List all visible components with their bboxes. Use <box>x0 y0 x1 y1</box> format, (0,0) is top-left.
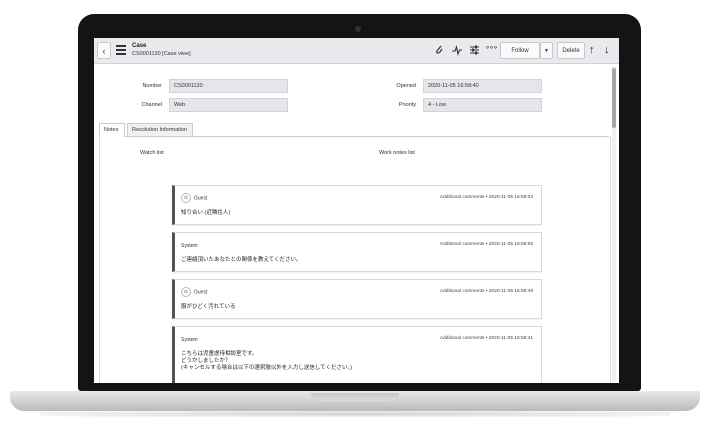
tab-notes[interactable]: Notes <box>99 123 125 137</box>
webcam <box>355 26 361 32</box>
activity-entry: G Guest Additional comments • 2020-11-05 … <box>172 279 542 319</box>
activity-entry: System Additional comments • 2020-11-05 … <box>172 232 542 272</box>
entry-text-line: ご連絡頂いたあなたとの関係を教えてください。 <box>181 257 302 263</box>
author-name: System <box>181 337 198 343</box>
entry-text-line: どうかしましたか？ <box>181 358 231 364</box>
opened-label: Opened <box>396 83 416 89</box>
back-button[interactable]: ‹ <box>97 42 111 59</box>
entry-type: Additional comments <box>439 242 485 247</box>
entry-time: 2020-11-05 16:58:49 <box>488 289 533 294</box>
entry-text-line: (キャンセルする場合は以下の選択肢以外を入力し送信してください。) <box>181 365 353 371</box>
activity-pulse-icon[interactable] <box>451 44 463 56</box>
entry-author: System <box>181 337 198 343</box>
entry-text-line: 服がひどく汚れている <box>181 304 236 310</box>
paperclip-icon[interactable] <box>434 44 444 56</box>
entry-type: Additional comments <box>439 195 485 200</box>
entry-time: 2020-11-05 16:58:41 <box>488 336 533 341</box>
watch-list-label: Watch list <box>140 150 164 156</box>
number-label: Number <box>142 83 162 89</box>
entry-time: 2020-11-05 16:59:03 <box>488 195 533 200</box>
activity-entry: System Additional comments • 2020-11-05 … <box>172 326 542 383</box>
entry-text-line: こちらは児童虐待相談室です。 <box>181 351 258 357</box>
sliders-icon[interactable] <box>469 44 480 56</box>
entry-time: 2020-11-05 16:58:59 <box>488 242 533 247</box>
entry-text: 知り合い (近隣住人) <box>181 210 230 217</box>
laptop-shadow <box>40 411 670 417</box>
channel-label: Channel <box>141 102 163 108</box>
follow-button[interactable]: Follow <box>500 42 540 59</box>
arrow-up-icon[interactable]: ↑ <box>589 43 595 57</box>
author-name: System <box>181 243 198 249</box>
entry-meta: Additional comments • 2020-11-05 16:58:4… <box>439 289 533 294</box>
more-horizontal-icon[interactable]: ∘∘∘ <box>485 42 498 54</box>
entry-author: G Guest <box>181 287 207 297</box>
entry-author: System <box>181 243 198 249</box>
number-field[interactable]: CS0001130 <box>169 79 288 93</box>
entry-meta: Additional comments • 2020-11-05 16:58:4… <box>439 336 533 341</box>
opened-field[interactable]: 2020-11-05 16:58:40 <box>423 79 542 93</box>
entry-type: Additional comments <box>439 289 485 294</box>
record-title: CS0001130 [Case view] <box>132 51 191 57</box>
entry-text: ご連絡頂いたあなたとの関係を教えてください。 <box>181 257 302 264</box>
follow-dropdown-button[interactable]: ▼ <box>540 42 553 59</box>
priority-label: Priority <box>398 102 416 108</box>
table-name: Case <box>132 43 147 49</box>
caret-down-icon: ▼ <box>544 47 549 54</box>
scrollbar-thumb[interactable] <box>612 68 616 128</box>
entry-text-line: 知り合い (近隣住人) <box>181 210 231 216</box>
entry-text: 服がひどく汚れている <box>181 304 236 311</box>
form-tabs: Notes Resolution Information <box>99 123 609 137</box>
activity-entry: G Guest Additional comments • 2020-11-05 … <box>172 185 542 225</box>
author-name: Guest <box>194 289 208 296</box>
entry-type: Additional comments <box>439 336 485 341</box>
entry-author: G Guest <box>181 193 207 203</box>
delete-button[interactable]: Delete <box>557 42 585 59</box>
entry-text: こちらは児童虐待相談室です。 どうかしましたか？ (キャンセルする場合は以下の選… <box>181 351 352 372</box>
channel-field[interactable]: Web <box>169 98 288 112</box>
entry-meta: Additional comments • 2020-11-05 16:58:5… <box>439 242 533 247</box>
hamburger-menu-icon[interactable] <box>116 45 126 57</box>
entry-meta: Additional comments • 2020-11-05 16:59:0… <box>439 195 533 200</box>
work-notes-list-label: Work notes list <box>379 150 415 156</box>
author-name: Guest <box>194 195 208 202</box>
avatar: G <box>181 287 191 297</box>
form-header: ‹ Case CS0001130 [Case view] ∘∘∘ Follow … <box>94 38 619 64</box>
chevron-left-icon: ‹ <box>102 45 106 56</box>
laptop-notch <box>311 393 399 401</box>
arrow-down-icon[interactable]: ↓ <box>604 43 610 57</box>
priority-field[interactable]: 4 - Low <box>423 98 542 112</box>
screen: ‹ Case CS0001130 [Case view] ∘∘∘ Follow … <box>94 38 619 383</box>
tab-resolution-information[interactable]: Resolution Information <box>127 123 193 136</box>
avatar: G <box>181 193 191 203</box>
